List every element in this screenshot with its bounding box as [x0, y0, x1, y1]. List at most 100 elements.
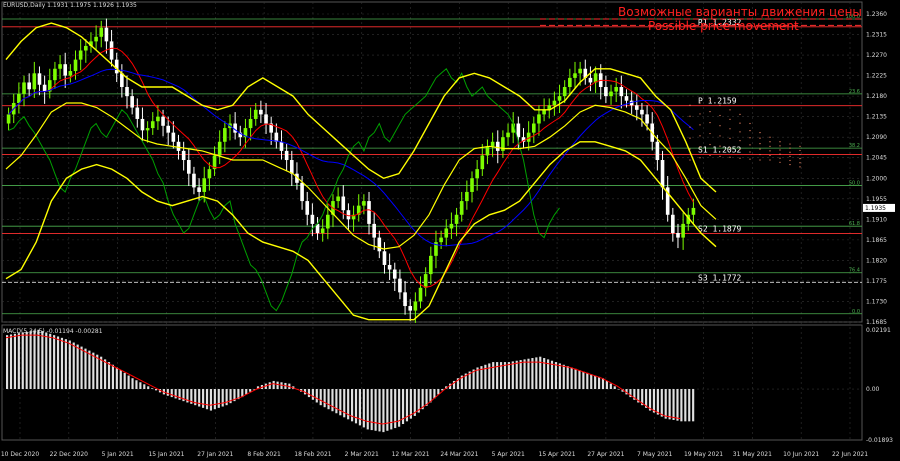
candle-body [480, 155, 485, 170]
candle-body [423, 274, 428, 288]
candle-body [145, 128, 150, 131]
cloud-dot [799, 145, 801, 147]
candle-body [326, 214, 330, 229]
candle-body [454, 214, 459, 224]
price-tick-label: 1.2225 [866, 73, 887, 80]
macd-histogram-bar [64, 339, 67, 390]
candle-body [284, 150, 289, 161]
cloud-dot [789, 151, 791, 153]
price-tick-label: 1.1955 [866, 196, 887, 203]
macd-histogram-bar [29, 331, 32, 390]
cloud-dot [779, 157, 781, 159]
macd-histogram-bar [358, 389, 361, 426]
cloud-dot [739, 113, 741, 115]
candle-body [387, 264, 392, 270]
candle-body [217, 141, 222, 156]
candle-body [58, 64, 62, 69]
macd-panel-frame [1, 324, 863, 441]
candle-body [248, 118, 253, 129]
macd-histogram-bar [613, 386, 616, 390]
macd-histogram-bar [656, 389, 659, 415]
cloud-dot [759, 137, 761, 139]
pivot-level-label: P 1.2159 [698, 97, 737, 106]
time-tick-label: 10 Jun 2021 [783, 451, 819, 458]
macd-histogram-bar [554, 362, 558, 390]
cloud-dot [729, 156, 731, 158]
cloud-dot [759, 153, 761, 156]
candle-body [6, 114, 11, 124]
macd-histogram-bar [594, 375, 597, 390]
macd-histogram-bar [170, 389, 173, 398]
candle-body [459, 201, 464, 215]
macd-histogram-bar [221, 389, 224, 407]
macd-histogram-bar [139, 382, 142, 390]
time-tick-label: 31 May 2021 [733, 451, 772, 458]
candle-body [94, 36, 98, 42]
current-price-label: 1.1935 [865, 205, 886, 212]
cloud-dot [719, 104, 721, 106]
candle-body [655, 141, 660, 161]
candle-body [485, 146, 490, 156]
macd-histogram-bar [660, 389, 663, 417]
candle-body [557, 96, 562, 101]
macd-histogram-bar [131, 378, 134, 390]
candle-body [53, 68, 57, 81]
macd-histogram-bar [648, 389, 652, 411]
macd-histogram-bar [123, 372, 126, 390]
time-tick-label: 8 Feb 2021 [247, 451, 281, 458]
macd-histogram-bar [151, 388, 154, 390]
candle-body [104, 27, 109, 42]
cloud-dot [789, 155, 791, 157]
cloud-dot [799, 149, 801, 152]
macd-histogram-bar [476, 367, 479, 390]
cloud-dot [699, 157, 701, 159]
cloud-dot [769, 150, 771, 152]
candle-body [176, 141, 181, 151]
macd-histogram-bar [319, 389, 322, 406]
candle-body [37, 73, 42, 85]
candle-body [573, 73, 577, 78]
cloud-dot [749, 151, 751, 153]
cloud-dot [769, 141, 771, 143]
macd-histogram-bar [268, 382, 271, 390]
macd-histogram-bar [511, 361, 514, 390]
macd-histogram-bar [382, 389, 385, 433]
macd-histogram-bar [390, 389, 393, 430]
macd-histogram-bar [72, 342, 75, 390]
candle-body [506, 132, 510, 138]
cloud-dot [719, 114, 721, 117]
time-tick-label: 22 Jun 2021 [832, 451, 868, 458]
cloud-dot [729, 118, 731, 120]
cloud-dot [689, 126, 691, 128]
candle-body [171, 132, 176, 142]
cloud-dot [749, 158, 751, 160]
macd-histogram-bar [601, 378, 605, 390]
macd-histogram-bar [68, 340, 71, 390]
candle-body [125, 87, 129, 97]
macd-tick-label: 0.00 [866, 386, 880, 393]
price-tick-label: 1.1910 [866, 216, 887, 223]
macd-histogram-bar [617, 389, 620, 390]
macd-histogram-bar [668, 389, 671, 420]
candle-body [27, 82, 31, 90]
macd-histogram-bar [652, 389, 656, 413]
cloud-dot [779, 161, 781, 163]
candle-body [429, 255, 433, 275]
candle-body [68, 71, 73, 76]
fib-level-label: 76.4 [849, 268, 860, 274]
time-tick-label: 12 Mar 2021 [392, 451, 430, 458]
cloud-dot [709, 111, 711, 113]
macd-histogram-bar [488, 363, 491, 390]
candle-body [609, 91, 613, 97]
macd-histogram-bar [209, 389, 213, 411]
cloud-dot [709, 143, 711, 146]
macd-histogram-bar [370, 389, 373, 431]
candle-body [259, 109, 263, 115]
cloud-dot [689, 137, 691, 139]
candle-body [418, 287, 423, 302]
candle-body [439, 237, 443, 243]
macd-histogram-bar [307, 389, 311, 398]
time-tick-label: 15 Jan 2021 [148, 451, 184, 458]
macd-histogram-bar [519, 360, 522, 390]
macd-tick-label: -0.01893 [866, 437, 893, 444]
